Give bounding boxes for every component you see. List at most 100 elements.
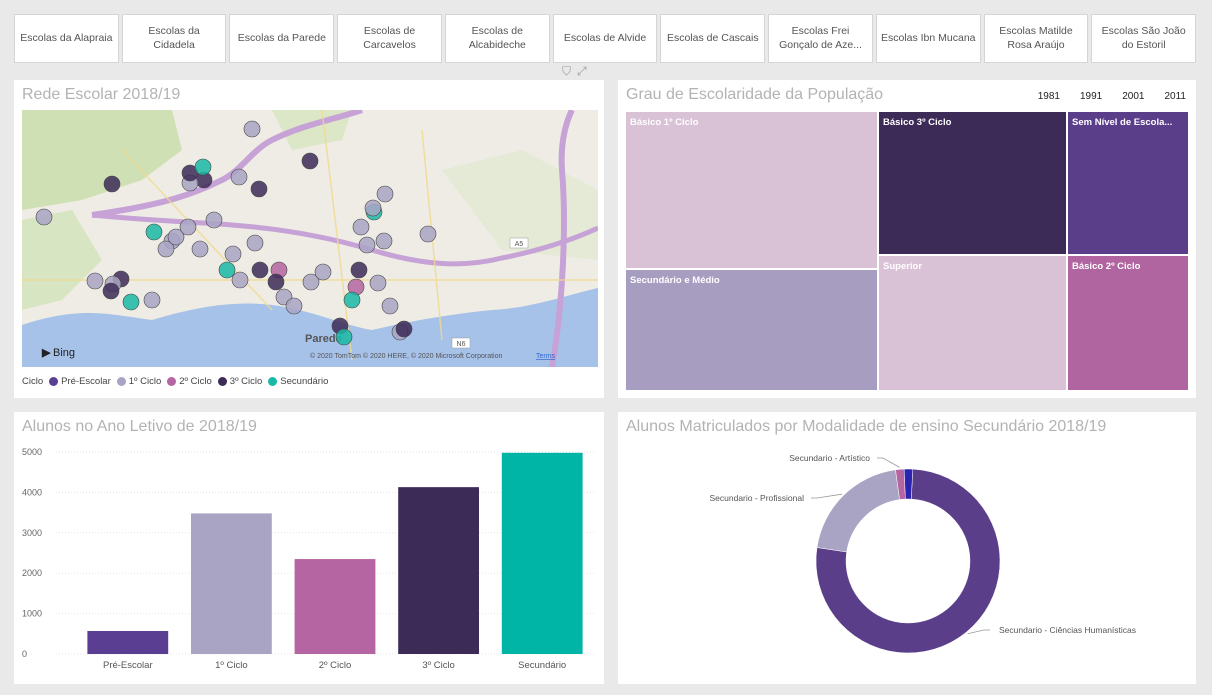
map-title: Rede Escolar 2018/19 [22, 86, 181, 103]
school-marker[interactable] [364, 199, 382, 217]
school-marker[interactable] [358, 236, 376, 254]
legend-item-label[interactable]: Pré-Escolar [61, 376, 111, 387]
year-option[interactable]: 2001 [1122, 91, 1144, 102]
slicer-button[interactable]: Escolas da Alapraia [14, 14, 119, 63]
slicer-button[interactable]: Escolas de Carcavelos [337, 14, 442, 63]
treemap-tile[interactable]: Básico 3º Ciclo [878, 111, 1067, 255]
bing-logo: ▶ [41, 347, 51, 359]
school-marker[interactable] [314, 263, 332, 281]
y-tick-label: 0 [22, 649, 27, 659]
legend-marker [268, 377, 278, 386]
slicer-button[interactable]: Escolas São João do Estoril [1091, 14, 1197, 63]
school-marker[interactable] [381, 297, 399, 315]
y-tick-label: 5000 [22, 447, 42, 457]
treemap-tile[interactable]: Superior [878, 255, 1067, 391]
donut-chart: Secundario - Ciências Humanísticas Secund… [710, 453, 1136, 654]
school-marker[interactable] [335, 328, 353, 346]
school-marker[interactable] [122, 293, 140, 311]
slicer-button[interactable]: Escolas Matilde Rosa Araújo [983, 14, 1089, 63]
bar[interactable] [398, 487, 480, 654]
x-tick-label: Secundário [518, 660, 566, 671]
school-marker[interactable] [191, 240, 209, 258]
map-terms-link[interactable]: Terms [536, 353, 556, 360]
school-marker[interactable] [246, 234, 264, 252]
leader-line [811, 493, 842, 499]
road-a5-label: A5 [515, 241, 524, 248]
school-marker[interactable] [375, 232, 393, 250]
school-marker[interactable] [218, 261, 236, 279]
bar[interactable] [190, 513, 272, 654]
donut-slice[interactable] [816, 469, 900, 553]
legend-item-label[interactable]: 1º Ciclo [129, 376, 162, 387]
school-marker[interactable] [102, 282, 120, 300]
slicer-button[interactable]: Escolas de Cascais [660, 14, 766, 63]
treemap-tile[interactable]: Básico 1º Ciclo [625, 111, 878, 269]
donut-data-label: Secundario - Ciências Humanísticas [999, 625, 1136, 635]
bar[interactable] [294, 559, 376, 654]
donut-slice[interactable] [903, 468, 914, 500]
slicer-button[interactable]: Escolas de Alvide [552, 14, 658, 63]
school-marker[interactable] [86, 272, 104, 290]
bar[interactable] [501, 452, 583, 654]
focus-mode-icon[interactable]: ⤢ [577, 64, 587, 79]
legend-marker [49, 377, 59, 386]
y-tick-label: 3000 [22, 528, 42, 538]
x-tick-label: 3º Ciclo [422, 660, 455, 671]
bing-map[interactable]: A5 N6 Parede ▶ Bing © 2020 TomTom © 2020… [22, 110, 598, 367]
donut-data-label: Secundario - Profissional [710, 493, 805, 503]
treemap-tile[interactable]: Sem Nível de Escola... [1067, 111, 1189, 255]
school-marker[interactable] [352, 218, 370, 236]
school-marker[interactable] [230, 168, 248, 186]
bar-chart: 0 1000 2000 3000 4000 5000 Pré-Escolar 1º Ciclo… [22, 447, 594, 671]
school-marker[interactable] [376, 185, 394, 203]
school-marker[interactable] [231, 271, 249, 289]
slicer-button[interactable]: Escolas Ibn Mucana [875, 14, 981, 63]
school-marker[interactable] [103, 175, 121, 193]
school-marker[interactable] [369, 274, 387, 292]
school-marker[interactable] [419, 225, 437, 243]
school-marker[interactable] [179, 218, 197, 236]
year-option[interactable]: 2011 [1164, 91, 1186, 102]
school-marker[interactable] [301, 152, 319, 170]
school-marker[interactable] [267, 273, 285, 291]
treemap-title: Grau de Escolaridade da População [626, 86, 884, 103]
school-marker[interactable] [145, 223, 163, 241]
filter-icon[interactable]: ⛉ [562, 64, 571, 79]
road-n6-label: N6 [457, 341, 466, 348]
legend-item-label[interactable]: 2º Ciclo [179, 376, 212, 387]
school-slicer: Escolas da Alapraia Escolas da Cidadela Es… [14, 14, 1197, 63]
school-marker[interactable] [350, 261, 368, 279]
bing-label: Bing [53, 347, 75, 359]
slicer-button[interactable]: Escolas da Parede [229, 14, 335, 63]
y-tick-label: 1000 [22, 609, 42, 619]
school-marker[interactable] [343, 291, 361, 309]
school-marker[interactable] [224, 245, 242, 263]
school-marker[interactable] [143, 291, 161, 309]
year-option[interactable]: 1991 [1080, 91, 1102, 102]
school-marker[interactable] [251, 261, 269, 279]
bar[interactable] [87, 630, 169, 654]
legend-item-label[interactable]: Secundário [280, 376, 328, 387]
slicer-button[interactable]: Escolas Frei Gonçalo de Aze... [768, 14, 873, 63]
school-marker[interactable] [250, 180, 268, 198]
bar-visual: Alunos no Ano Letivo de 2018/19 0 1000 200… [14, 412, 604, 684]
treemap-tile[interactable]: Básico 2º Ciclo [1067, 255, 1189, 391]
school-marker[interactable] [285, 297, 303, 315]
legend-item-label[interactable]: 3º Ciclo [230, 376, 263, 387]
map-visual: Rede Escolar 2018/19 A5 N6 Parede ▶ Bing… [14, 80, 604, 398]
slicer-button[interactable]: Escolas da Cidadela [121, 14, 227, 63]
y-tick-label: 4000 [22, 487, 42, 497]
school-marker[interactable] [194, 158, 212, 176]
donut-visual: Alunos Matriculados por Modalidade de en… [618, 412, 1196, 684]
school-marker[interactable] [243, 120, 261, 138]
map-legend: Ciclo Pré-Escolar 1º Ciclo 2º Ciclo 3º Cicl… [22, 376, 328, 387]
school-marker[interactable] [205, 211, 223, 229]
x-tick-label: Pré-Escolar [103, 660, 153, 671]
slicer-button[interactable]: Escolas de Alcabideche [444, 14, 550, 63]
year-option[interactable]: 1981 [1038, 91, 1060, 102]
legend-marker [217, 377, 227, 386]
school-marker[interactable] [395, 320, 413, 338]
treemap-tile[interactable]: Secundário e Médio [625, 269, 878, 391]
bar-title: Alunos no Ano Letivo de 2018/19 [22, 418, 257, 435]
school-marker[interactable] [35, 208, 53, 226]
